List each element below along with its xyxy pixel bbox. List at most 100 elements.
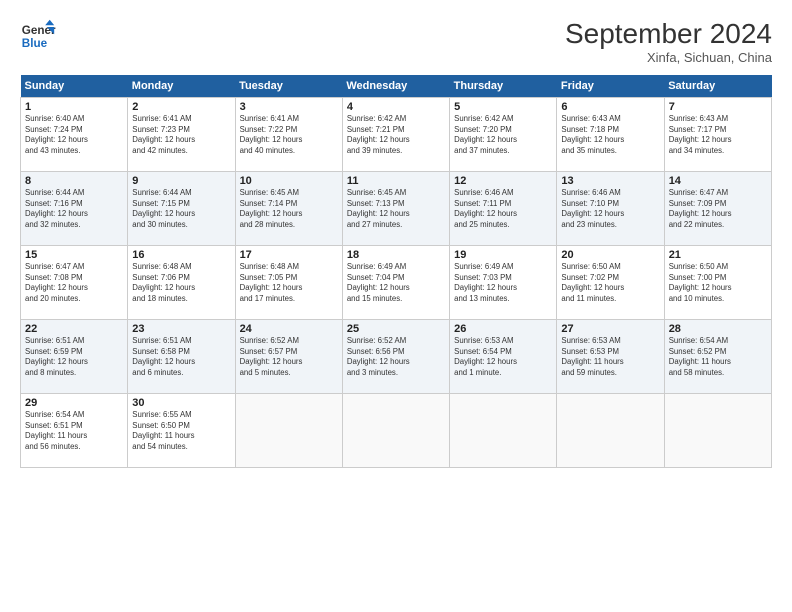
table-row: 26Sunrise: 6:53 AMSunset: 6:54 PMDayligh…	[450, 320, 557, 394]
table-row: 22Sunrise: 6:51 AMSunset: 6:59 PMDayligh…	[21, 320, 128, 394]
day-info: Sunrise: 6:48 AMSunset: 7:05 PMDaylight:…	[240, 262, 338, 304]
svg-text:Blue: Blue	[22, 37, 48, 50]
day-info: Sunrise: 6:49 AMSunset: 7:04 PMDaylight:…	[347, 262, 445, 304]
table-row: 5Sunrise: 6:42 AMSunset: 7:20 PMDaylight…	[450, 98, 557, 172]
day-info: Sunrise: 6:41 AMSunset: 7:23 PMDaylight:…	[132, 114, 230, 156]
calendar-week-5: 29Sunrise: 6:54 AMSunset: 6:51 PMDayligh…	[21, 394, 772, 468]
day-info: Sunrise: 6:44 AMSunset: 7:15 PMDaylight:…	[132, 188, 230, 230]
day-number: 15	[25, 249, 123, 261]
day-info: Sunrise: 6:43 AMSunset: 7:18 PMDaylight:…	[561, 114, 659, 156]
day-number: 23	[132, 323, 230, 335]
day-info: Sunrise: 6:50 AMSunset: 7:00 PMDaylight:…	[669, 262, 767, 304]
header: General Blue September 2024 Xinfa, Sichu…	[20, 18, 772, 65]
day-info: Sunrise: 6:41 AMSunset: 7:22 PMDaylight:…	[240, 114, 338, 156]
calendar-week-4: 22Sunrise: 6:51 AMSunset: 6:59 PMDayligh…	[21, 320, 772, 394]
day-info: Sunrise: 6:55 AMSunset: 6:50 PMDaylight:…	[132, 410, 230, 452]
col-thursday: Thursday	[450, 75, 557, 98]
day-info: Sunrise: 6:45 AMSunset: 7:13 PMDaylight:…	[347, 188, 445, 230]
day-info: Sunrise: 6:50 AMSunset: 7:02 PMDaylight:…	[561, 262, 659, 304]
day-number: 21	[669, 249, 767, 261]
day-info: Sunrise: 6:46 AMSunset: 7:11 PMDaylight:…	[454, 188, 552, 230]
day-number: 19	[454, 249, 552, 261]
day-number: 5	[454, 101, 552, 113]
header-row: Sunday Monday Tuesday Wednesday Thursday…	[21, 75, 772, 98]
col-sunday: Sunday	[21, 75, 128, 98]
table-row: 15Sunrise: 6:47 AMSunset: 7:08 PMDayligh…	[21, 246, 128, 320]
calendar-week-3: 15Sunrise: 6:47 AMSunset: 7:08 PMDayligh…	[21, 246, 772, 320]
day-number: 22	[25, 323, 123, 335]
day-info: Sunrise: 6:47 AMSunset: 7:08 PMDaylight:…	[25, 262, 123, 304]
table-row	[450, 394, 557, 468]
logo-icon: General Blue	[20, 18, 56, 54]
day-info: Sunrise: 6:53 AMSunset: 6:54 PMDaylight:…	[454, 336, 552, 378]
day-info: Sunrise: 6:42 AMSunset: 7:21 PMDaylight:…	[347, 114, 445, 156]
day-info: Sunrise: 6:54 AMSunset: 6:52 PMDaylight:…	[669, 336, 767, 378]
day-number: 12	[454, 175, 552, 187]
day-info: Sunrise: 6:51 AMSunset: 6:58 PMDaylight:…	[132, 336, 230, 378]
table-row: 12Sunrise: 6:46 AMSunset: 7:11 PMDayligh…	[450, 172, 557, 246]
table-row	[235, 394, 342, 468]
table-row: 3Sunrise: 6:41 AMSunset: 7:22 PMDaylight…	[235, 98, 342, 172]
day-number: 8	[25, 175, 123, 187]
table-row: 9Sunrise: 6:44 AMSunset: 7:15 PMDaylight…	[128, 172, 235, 246]
table-row: 16Sunrise: 6:48 AMSunset: 7:06 PMDayligh…	[128, 246, 235, 320]
table-row: 2Sunrise: 6:41 AMSunset: 7:23 PMDaylight…	[128, 98, 235, 172]
day-info: Sunrise: 6:48 AMSunset: 7:06 PMDaylight:…	[132, 262, 230, 304]
table-row: 19Sunrise: 6:49 AMSunset: 7:03 PMDayligh…	[450, 246, 557, 320]
day-info: Sunrise: 6:43 AMSunset: 7:17 PMDaylight:…	[669, 114, 767, 156]
day-number: 24	[240, 323, 338, 335]
table-row	[342, 394, 449, 468]
day-number: 13	[561, 175, 659, 187]
table-row: 8Sunrise: 6:44 AMSunset: 7:16 PMDaylight…	[21, 172, 128, 246]
table-row: 29Sunrise: 6:54 AMSunset: 6:51 PMDayligh…	[21, 394, 128, 468]
day-number: 3	[240, 101, 338, 113]
col-tuesday: Tuesday	[235, 75, 342, 98]
table-row: 7Sunrise: 6:43 AMSunset: 7:17 PMDaylight…	[664, 98, 771, 172]
day-number: 14	[669, 175, 767, 187]
calendar-week-2: 8Sunrise: 6:44 AMSunset: 7:16 PMDaylight…	[21, 172, 772, 246]
table-row: 30Sunrise: 6:55 AMSunset: 6:50 PMDayligh…	[128, 394, 235, 468]
table-row: 1Sunrise: 6:40 AMSunset: 7:24 PMDaylight…	[21, 98, 128, 172]
col-saturday: Saturday	[664, 75, 771, 98]
title-block: September 2024 Xinfa, Sichuan, China	[565, 18, 772, 65]
day-number: 9	[132, 175, 230, 187]
day-info: Sunrise: 6:46 AMSunset: 7:10 PMDaylight:…	[561, 188, 659, 230]
table-row: 14Sunrise: 6:47 AMSunset: 7:09 PMDayligh…	[664, 172, 771, 246]
day-info: Sunrise: 6:54 AMSunset: 6:51 PMDaylight:…	[25, 410, 123, 452]
month-title: September 2024	[565, 18, 772, 50]
day-info: Sunrise: 6:45 AMSunset: 7:14 PMDaylight:…	[240, 188, 338, 230]
day-info: Sunrise: 6:47 AMSunset: 7:09 PMDaylight:…	[669, 188, 767, 230]
day-info: Sunrise: 6:52 AMSunset: 6:57 PMDaylight:…	[240, 336, 338, 378]
table-row: 27Sunrise: 6:53 AMSunset: 6:53 PMDayligh…	[557, 320, 664, 394]
day-info: Sunrise: 6:42 AMSunset: 7:20 PMDaylight:…	[454, 114, 552, 156]
day-number: 29	[25, 397, 123, 409]
table-row: 23Sunrise: 6:51 AMSunset: 6:58 PMDayligh…	[128, 320, 235, 394]
day-info: Sunrise: 6:44 AMSunset: 7:16 PMDaylight:…	[25, 188, 123, 230]
day-number: 10	[240, 175, 338, 187]
calendar-table: Sunday Monday Tuesday Wednesday Thursday…	[20, 75, 772, 468]
day-info: Sunrise: 6:53 AMSunset: 6:53 PMDaylight:…	[561, 336, 659, 378]
table-row: 25Sunrise: 6:52 AMSunset: 6:56 PMDayligh…	[342, 320, 449, 394]
day-number: 16	[132, 249, 230, 261]
table-row: 17Sunrise: 6:48 AMSunset: 7:05 PMDayligh…	[235, 246, 342, 320]
day-number: 2	[132, 101, 230, 113]
day-number: 26	[454, 323, 552, 335]
table-row: 11Sunrise: 6:45 AMSunset: 7:13 PMDayligh…	[342, 172, 449, 246]
location-subtitle: Xinfa, Sichuan, China	[565, 50, 772, 65]
table-row: 10Sunrise: 6:45 AMSunset: 7:14 PMDayligh…	[235, 172, 342, 246]
day-number: 7	[669, 101, 767, 113]
day-info: Sunrise: 6:51 AMSunset: 6:59 PMDaylight:…	[25, 336, 123, 378]
day-info: Sunrise: 6:40 AMSunset: 7:24 PMDaylight:…	[25, 114, 123, 156]
day-number: 11	[347, 175, 445, 187]
table-row: 21Sunrise: 6:50 AMSunset: 7:00 PMDayligh…	[664, 246, 771, 320]
day-number: 25	[347, 323, 445, 335]
col-monday: Monday	[128, 75, 235, 98]
day-number: 4	[347, 101, 445, 113]
day-number: 17	[240, 249, 338, 261]
table-row: 18Sunrise: 6:49 AMSunset: 7:04 PMDayligh…	[342, 246, 449, 320]
day-number: 20	[561, 249, 659, 261]
table-row	[664, 394, 771, 468]
calendar-week-1: 1Sunrise: 6:40 AMSunset: 7:24 PMDaylight…	[21, 98, 772, 172]
col-wednesday: Wednesday	[342, 75, 449, 98]
table-row: 20Sunrise: 6:50 AMSunset: 7:02 PMDayligh…	[557, 246, 664, 320]
